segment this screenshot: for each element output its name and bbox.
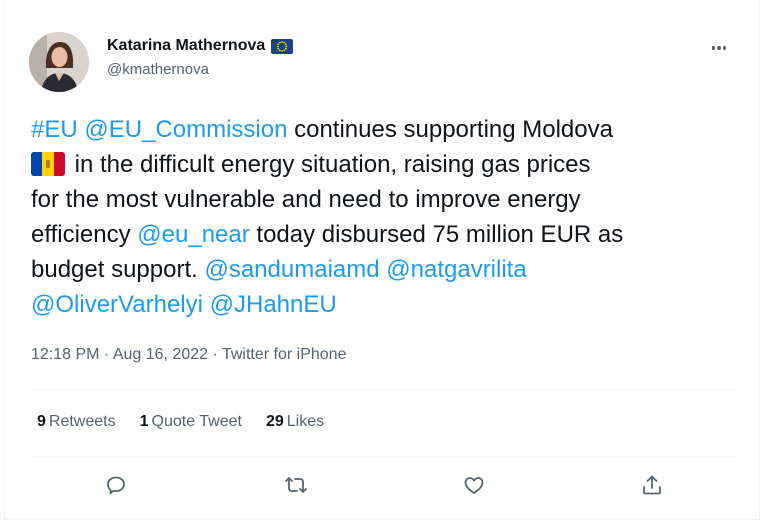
- divider: [31, 456, 737, 457]
- meta-separator: ·: [208, 346, 222, 363]
- tweet-text-line: in the difficult energy situation, raisi…: [31, 147, 751, 182]
- tweet-link[interactable]: @natgavrilita: [386, 256, 526, 283]
- tweet-card: Katarina Mathernova @kmathernova #EU @EU…: [4, 0, 760, 520]
- likes-stat[interactable]: 29 Likes: [266, 413, 324, 431]
- likes-count: 29: [265, 413, 284, 430]
- tweet-actions: [5, 472, 759, 500]
- tweet-text-segment: in the difficult energy situation, raisi…: [68, 151, 591, 178]
- tweet-text-line: @OliverVarhelyi @JHahnEU: [31, 287, 751, 322]
- retweets-stat[interactable]: 9 Retweets: [37, 413, 116, 431]
- tweet-link[interactable]: @eu_near: [137, 221, 249, 248]
- quotes-label: Quote Tweet: [151, 413, 242, 430]
- tweet-text-segment: today disbursed 75 million EUR as: [249, 221, 624, 248]
- moldova-flag-icon: [31, 151, 65, 176]
- tweet-text-segment: budget support.: [31, 256, 205, 283]
- tweet-source[interactable]: Twitter for iPhone: [222, 346, 347, 363]
- retweet-icon[interactable]: [283, 472, 309, 498]
- more-horizontal-icon[interactable]: [705, 38, 733, 58]
- tweet-date[interactable]: Aug 16, 2022: [113, 346, 208, 363]
- tweet-stats: 9 Retweets 1 Quote Tweet 29 Likes: [37, 413, 324, 431]
- divider: [31, 389, 737, 390]
- tweet-link[interactable]: @OliverVarhelyi: [31, 291, 203, 318]
- tweet-text-line: for the most vulnerable and need to impr…: [31, 182, 751, 217]
- quotes-stat[interactable]: 1 Quote Tweet: [140, 413, 242, 431]
- author-block: Katarina Mathernova @kmathernova: [107, 37, 294, 78]
- tweet-text: #EU @EU_Commission continues supporting …: [31, 112, 751, 322]
- tweet-text-line: efficiency @eu_near today disbursed 75 m…: [31, 217, 751, 252]
- name-row: Katarina Mathernova: [107, 37, 294, 55]
- retweets-label: Retweets: [48, 413, 116, 430]
- tweet-link[interactable]: @EU_Commission: [84, 116, 287, 143]
- avatar[interactable]: [29, 32, 89, 92]
- share-icon[interactable]: [639, 472, 665, 498]
- retweets-count: 9: [37, 413, 46, 430]
- likes-label: Likes: [286, 413, 325, 430]
- tweet-link[interactable]: @sandumaiamd: [204, 256, 379, 283]
- reply-icon[interactable]: [103, 472, 129, 498]
- tweet-meta: 12:18 PM · Aug 16, 2022 · Twitter for iP…: [31, 346, 346, 364]
- tweet-text-segment: efficiency: [31, 221, 138, 248]
- eu-flag-icon: [271, 38, 294, 54]
- quotes-count: 1: [139, 413, 149, 430]
- tweet-text-line: budget support. @sandumaiamd @natgavrili…: [31, 252, 751, 287]
- tweet-text-segment: for the most vulnerable and need to impr…: [31, 186, 581, 213]
- meta-separator: ·: [99, 346, 113, 363]
- author-handle[interactable]: @kmathernova: [107, 61, 293, 78]
- tweet-link[interactable]: #EU: [31, 116, 78, 143]
- tweet-time[interactable]: 12:18 PM: [31, 346, 99, 363]
- tweet-link[interactable]: @JHahnEU: [210, 291, 337, 318]
- tweet-text-segment: [203, 291, 210, 318]
- tweet-text-segment: continues supporting Moldova: [287, 116, 613, 143]
- author-name[interactable]: Katarina Mathernova: [107, 37, 265, 55]
- tweet-header: Katarina Mathernova @kmathernova: [29, 32, 739, 96]
- tweet-text-line: #EU @EU_Commission continues supporting …: [31, 112, 751, 147]
- like-icon[interactable]: [461, 472, 487, 498]
